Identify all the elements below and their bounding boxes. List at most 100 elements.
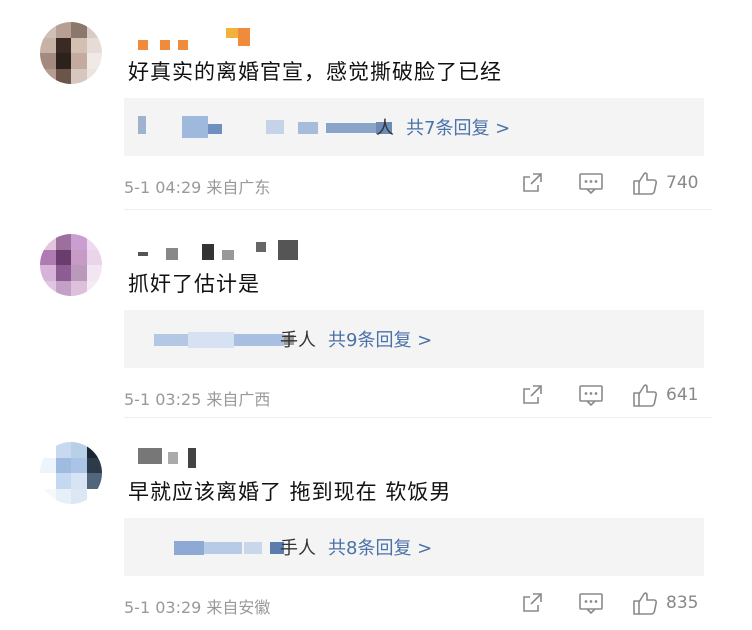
username-pixel <box>226 28 238 38</box>
share-button[interactable] <box>520 588 544 618</box>
avatar-pixel <box>86 22 102 38</box>
reply-users-tail: 人 <box>376 118 394 139</box>
avatar-pixel <box>71 442 87 458</box>
username-pixel <box>166 248 178 260</box>
comment-actions: 740 <box>520 168 710 198</box>
avatar-pixel <box>71 249 87 265</box>
comment-text: 好真实的离婚官宣，感觉撕破脸了已经 <box>128 60 502 84</box>
username-blurred[interactable] <box>138 448 338 468</box>
avatar-pixel <box>55 22 71 38</box>
reply-users-blurred <box>138 116 392 138</box>
replies-preview[interactable]: 手人 共9条回复 > <box>124 310 704 368</box>
avatar[interactable] <box>40 442 102 504</box>
comment-actions: 641 <box>520 380 710 410</box>
comment-button[interactable] <box>578 588 604 618</box>
comment-actions: 835 <box>520 588 710 618</box>
divider <box>124 417 712 418</box>
username-blurred[interactable] <box>138 28 338 50</box>
avatar-pixel <box>55 68 71 84</box>
username-pixel <box>138 252 148 256</box>
username-pixel <box>138 448 162 464</box>
avatar-pixel <box>86 37 102 53</box>
avatar-pixel <box>71 457 87 473</box>
avatar-pixel <box>86 53 102 69</box>
comment-meta: 5-1 04:29 来自广东 <box>124 178 271 197</box>
avatar-pixel <box>71 280 87 296</box>
thumbs-up-icon <box>633 592 658 615</box>
like-button[interactable]: 641 <box>632 380 698 410</box>
avatar-pixel <box>86 234 102 250</box>
like-button[interactable]: 835 <box>632 588 698 618</box>
avatar[interactable] <box>40 22 102 84</box>
avatar-pixel <box>40 280 56 296</box>
comment-item: 好真实的离婚官宣，感觉撕破脸了已经 人共7条回复 > 5-1 04:29 来自广… <box>0 0 752 210</box>
share-button[interactable] <box>520 380 544 410</box>
share-icon <box>523 173 542 192</box>
comment-text: 抓奸了估计是 <box>128 272 260 296</box>
avatar-pixel <box>55 234 71 250</box>
reply-users-blurred <box>154 328 294 350</box>
avatar-pixel <box>55 442 71 458</box>
avatar-pixel <box>40 249 56 265</box>
avatar-pixel <box>55 53 71 69</box>
username-pixel <box>238 28 250 46</box>
thumbs-up-icon <box>633 384 658 407</box>
avatar-pixel <box>40 265 56 281</box>
avatar-pixel <box>86 249 102 265</box>
divider <box>124 209 712 210</box>
username-pixel <box>178 40 188 50</box>
avatar-pixel <box>40 473 56 489</box>
avatar-pixel <box>86 442 102 458</box>
avatar-pixel <box>55 457 71 473</box>
avatar-pixel <box>40 488 56 504</box>
username-blurred[interactable] <box>138 240 338 260</box>
comment-button[interactable] <box>578 380 604 410</box>
comment-item: 早就应该离婚了 拖到现在 软饭男 手人 共8条回复 > 5-1 03:29 来自安… <box>0 420 752 630</box>
username-pixel <box>222 250 234 260</box>
reply-users-tail: 手人 <box>280 538 316 559</box>
avatar-pixel <box>71 265 87 281</box>
comment-meta: 5-1 03:25 来自广西 <box>124 390 271 409</box>
comment-meta: 5-1 03:29 来自安徽 <box>124 598 271 617</box>
avatar-pixel <box>55 280 71 296</box>
avatar-pixel <box>71 37 87 53</box>
share-icon <box>523 385 542 404</box>
avatar-pixel <box>86 473 102 489</box>
comment-icon <box>579 593 603 615</box>
avatar-pixel <box>40 442 56 458</box>
replies-preview[interactable]: 手人 共8条回复 > <box>124 518 704 576</box>
username-pixel <box>168 452 178 464</box>
comment-text: 早就应该离婚了 拖到现在 软饭男 <box>128 480 452 504</box>
avatar-pixel <box>40 68 56 84</box>
avatar-pixel <box>71 22 87 38</box>
username-pixel <box>256 242 266 252</box>
like-count: 835 <box>666 593 699 613</box>
avatar-pixel <box>86 488 102 504</box>
avatar-pixel <box>40 234 56 250</box>
avatar[interactable] <box>40 234 102 296</box>
avatar-pixel <box>71 473 87 489</box>
reply-summary: 手人 共9条回复 > <box>280 326 432 352</box>
view-replies-link[interactable]: 共9条回复 > <box>328 330 432 351</box>
avatar-pixel <box>71 488 87 504</box>
avatar-pixel <box>86 457 102 473</box>
like-count: 641 <box>666 385 699 405</box>
share-icon <box>523 593 542 612</box>
comment-item: 抓奸了估计是 手人 共9条回复 > 5-1 03:25 来自广西 641 <box>0 212 752 422</box>
username-pixel <box>138 40 148 50</box>
comment-button[interactable] <box>578 168 604 198</box>
avatar-pixel <box>55 488 71 504</box>
reply-summary: 人共7条回复 > <box>376 114 510 140</box>
avatar-pixel <box>55 249 71 265</box>
username-pixel <box>188 448 196 468</box>
username-pixel <box>278 240 298 260</box>
replies-preview[interactable]: 人共7条回复 > <box>124 98 704 156</box>
view-replies-link[interactable]: 共7条回复 > <box>406 118 510 139</box>
avatar-pixel <box>40 53 56 69</box>
share-button[interactable] <box>520 168 544 198</box>
view-replies-link[interactable]: 共8条回复 > <box>328 538 432 559</box>
username-pixel <box>202 244 214 260</box>
reply-users-blurred <box>174 536 294 558</box>
like-button[interactable]: 740 <box>632 168 698 198</box>
like-count: 740 <box>666 173 699 193</box>
